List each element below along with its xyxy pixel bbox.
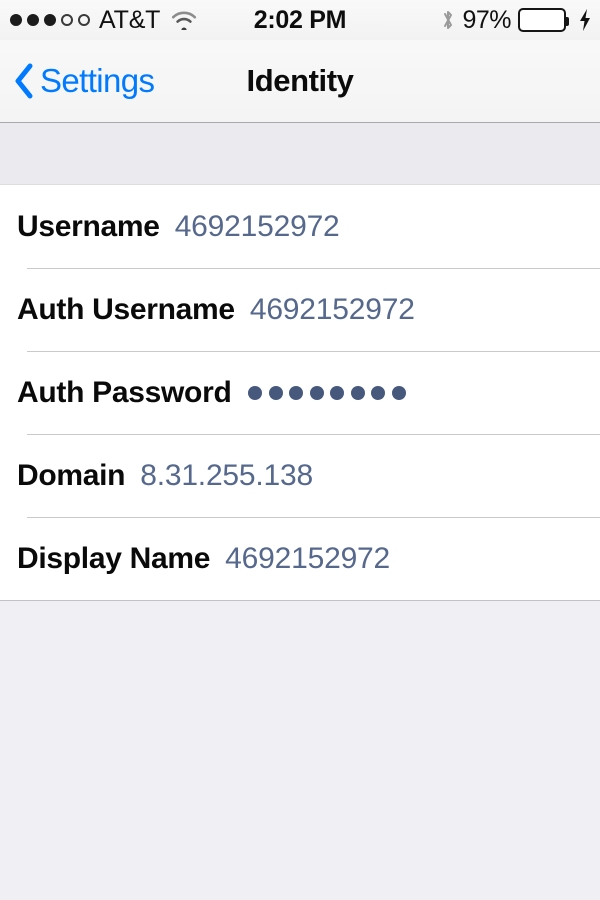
- identity-form-table: Username 4692152972 Auth Username 469215…: [0, 185, 600, 601]
- password-mask-dot: [391, 385, 406, 400]
- table-row-display-name[interactable]: Display Name 4692152972: [0, 517, 600, 600]
- domain-field[interactable]: 8.31.255.138: [140, 459, 313, 493]
- row-label: Display Name: [17, 541, 211, 575]
- charging-bolt-icon: [578, 8, 592, 32]
- status-bar-right: 97%: [441, 6, 592, 35]
- password-mask-dot: [330, 385, 345, 400]
- battery-nub: [565, 17, 569, 26]
- navigation-bar: Settings Identity: [0, 40, 600, 123]
- display-name-field[interactable]: 4692152972: [225, 542, 390, 576]
- auth-username-field[interactable]: 4692152972: [250, 293, 415, 327]
- password-mask-dot: [371, 385, 386, 400]
- row-label: Auth Password: [17, 375, 232, 409]
- page-title: Identity: [246, 63, 354, 98]
- battery-percent-label: 97%: [462, 5, 511, 34]
- row-label: Domain: [17, 458, 126, 492]
- table-row-domain[interactable]: Domain 8.31.255.138: [0, 434, 600, 517]
- battery-icon: [518, 8, 569, 32]
- phone-screen: AT&T 2:02 PM 97% Settings Identity Usern…: [0, 0, 600, 900]
- username-field[interactable]: 4692152972: [175, 210, 340, 244]
- table-row-username[interactable]: Username 4692152972: [0, 185, 600, 268]
- status-bar: AT&T 2:02 PM 97%: [0, 0, 600, 40]
- password-mask-dot: [248, 385, 263, 400]
- bluetooth-icon: [441, 8, 455, 32]
- row-label: Username: [17, 209, 160, 243]
- table-header-spacer: [0, 123, 600, 185]
- password-mask-dot: [268, 385, 283, 400]
- table-row-auth-username[interactable]: Auth Username 4692152972: [0, 268, 600, 351]
- password-mask-dot: [289, 385, 304, 400]
- table-row-auth-password[interactable]: Auth Password: [0, 351, 600, 434]
- row-label: Auth Username: [17, 292, 235, 326]
- password-mask-dot: [350, 385, 365, 400]
- auth-password-field[interactable]: [248, 385, 406, 400]
- password-mask-dot: [309, 385, 324, 400]
